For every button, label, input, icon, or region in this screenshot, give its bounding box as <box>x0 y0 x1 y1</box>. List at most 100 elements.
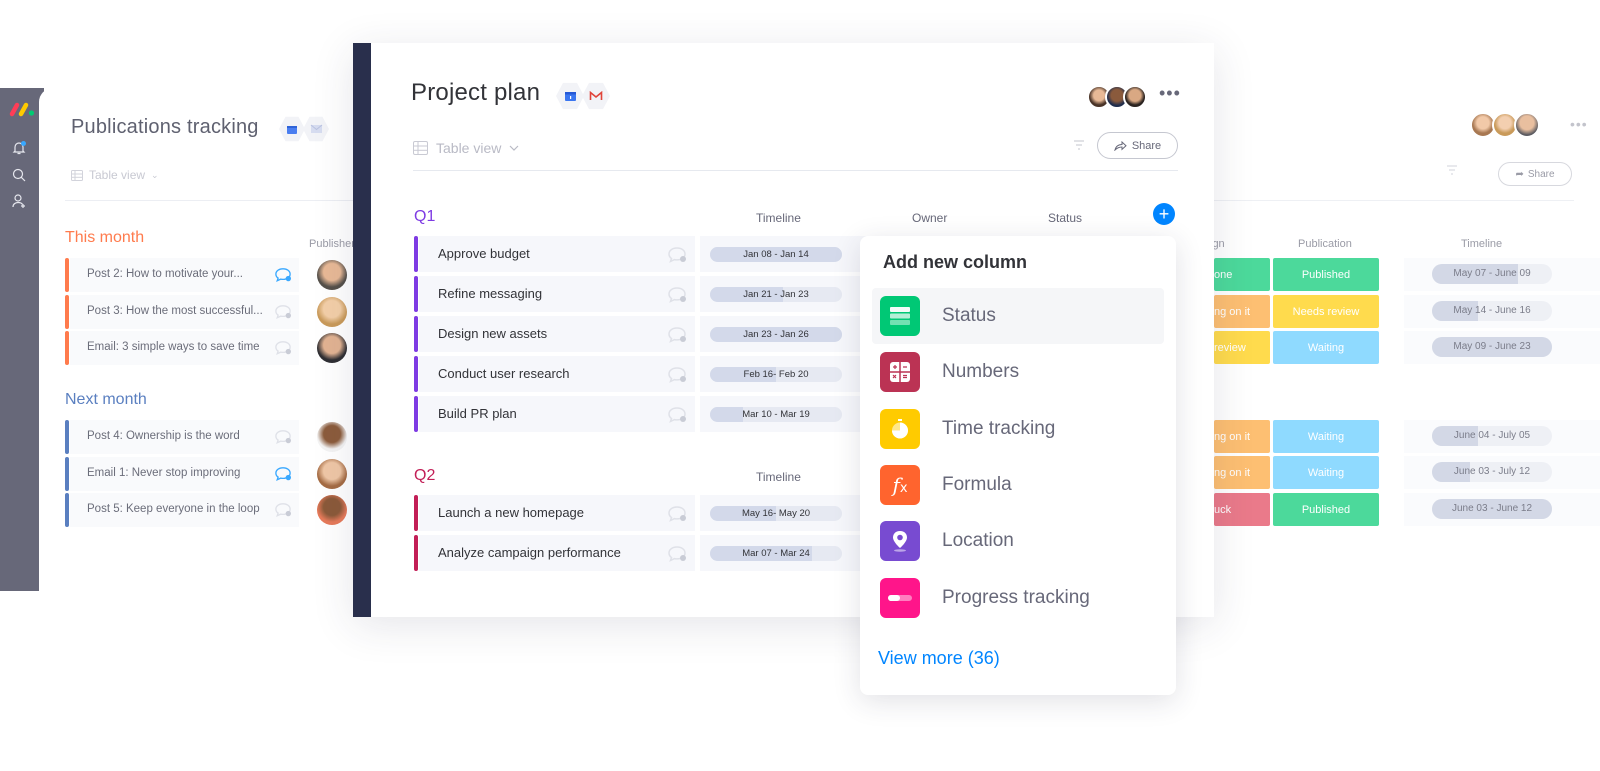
timeline-pill[interactable]: Feb 16- Feb 20 <box>710 367 842 382</box>
item-cell[interactable]: Design new assets <box>419 316 695 352</box>
table-row[interactable]: Approve budget Jan 08 - Jan 14 <box>414 236 874 272</box>
updates-bubble-icon[interactable] <box>667 366 687 384</box>
view-selector[interactable]: Table view <box>413 140 519 156</box>
item-cell[interactable]: Email 1: Never stop improving <box>70 456 299 491</box>
updates-bubble-icon[interactable] <box>667 326 687 344</box>
add-column-button[interactable]: + <box>1153 203 1175 225</box>
item-cell[interactable]: Launch a new homepage <box>419 495 695 531</box>
item-cell[interactable]: Refine messaging <box>419 276 695 312</box>
timeline-cell[interactable]: Jan 21 - Jan 23 <box>700 276 874 312</box>
list-item[interactable]: Post 4: Ownership is the word <box>65 420 365 454</box>
updates-bubble-icon[interactable] <box>274 340 292 356</box>
item-cell[interactable]: Post 2: How to motivate your... <box>70 258 299 292</box>
list-item[interactable]: Email 1: Never stop improving <box>65 456 365 491</box>
menu-item-status[interactable]: Status <box>872 288 1164 344</box>
table-row[interactable]: Conduct user research Feb 16- Feb 20 <box>414 356 874 392</box>
publication-status-pill[interactable]: Waiting <box>1273 456 1379 489</box>
timeline-pill[interactable]: Jan 08 - Jan 14 <box>710 247 842 262</box>
design-status-pill[interactable]: ng on it <box>1214 420 1270 453</box>
timeline-cell[interactable]: Jan 08 - Jan 14 <box>700 236 874 272</box>
timeline-pill[interactable]: Jan 23 - Jan 26 <box>710 327 842 342</box>
timeline-pill[interactable]: May 07 - June 09 <box>1432 264 1552 284</box>
group-title-q2[interactable]: Q2 <box>414 467 435 485</box>
updates-bubble-icon[interactable] <box>667 246 687 264</box>
group-title-q1[interactable]: Q1 <box>414 208 435 226</box>
publication-status-pill[interactable]: Published <box>1273 493 1379 526</box>
timeline-pill[interactable]: Mar 10 - Mar 19 <box>710 407 842 422</box>
design-status-pill[interactable]: ng on it <box>1214 456 1270 489</box>
updates-bubble-icon[interactable] <box>274 267 292 283</box>
table-row[interactable]: Analyze campaign performance Mar 07 - Mar… <box>414 535 874 571</box>
share-button[interactable]: ➦ Share <box>1498 162 1572 186</box>
timeline-pill[interactable]: May 16- May 20 <box>710 506 842 521</box>
bell-icon[interactable] <box>11 140 27 156</box>
updates-bubble-icon[interactable] <box>274 304 292 320</box>
design-status-pill[interactable]: ng on it <box>1214 295 1270 328</box>
timeline-cell[interactable]: Mar 07 - Mar 24 <box>700 535 874 571</box>
publication-status-pill[interactable]: Needs review <box>1273 295 1379 328</box>
design-status-pill[interactable]: review <box>1214 331 1270 364</box>
timeline-cell[interactable]: Jan 23 - Jan 26 <box>700 316 874 352</box>
list-item[interactable]: Email: 3 simple ways to save time <box>65 331 365 365</box>
table-row[interactable]: Launch a new homepage May 16- May 20 <box>414 495 874 531</box>
item-cell[interactable]: Post 5: Keep everyone in the loop <box>70 493 299 527</box>
menu-item-formula[interactable]: fx Formula <box>872 457 1164 513</box>
item-cell[interactable]: Post 4: Ownership is the word <box>70 420 299 454</box>
board-members[interactable] <box>1087 85 1147 109</box>
updates-bubble-icon[interactable] <box>274 502 292 518</box>
publication-status-pill[interactable]: Waiting <box>1273 420 1379 453</box>
item-cell[interactable]: Post 3: How the most successful... <box>70 294 299 329</box>
timeline-pill[interactable]: June 03 - July 12 <box>1432 462 1552 482</box>
filter-icon[interactable] <box>1073 140 1085 150</box>
timeline-pill[interactable]: June 04 - July 05 <box>1432 426 1552 446</box>
updates-bubble-icon[interactable] <box>667 545 687 563</box>
view-more-link[interactable]: View more (36) <box>878 648 1000 669</box>
timeline-pill[interactable]: Mar 07 - Mar 24 <box>710 546 842 561</box>
avatar[interactable] <box>317 296 347 327</box>
menu-item-location[interactable]: Location <box>872 513 1164 569</box>
email-integration-icon[interactable] <box>303 116 329 142</box>
share-button[interactable]: Share <box>1097 132 1178 159</box>
item-cell[interactable]: Approve budget <box>419 236 695 272</box>
list-item[interactable]: Post 2: How to motivate your... <box>65 258 365 292</box>
avatar[interactable] <box>317 458 347 489</box>
avatar[interactable] <box>317 333 347 363</box>
menu-item-progress-tracking[interactable]: Progress tracking <box>872 570 1164 626</box>
table-row[interactable]: Design new assets Jan 23 - Jan 26 <box>414 316 874 352</box>
updates-bubble-icon[interactable] <box>667 505 687 523</box>
board-members[interactable] <box>1470 112 1540 138</box>
updates-bubble-icon[interactable] <box>667 286 687 304</box>
view-selector[interactable]: Table view ⌄ <box>71 168 159 182</box>
design-status-pill[interactable]: uck <box>1214 493 1270 526</box>
group-title-next-month[interactable]: Next month <box>65 391 147 409</box>
publication-status-pill[interactable]: Published <box>1273 258 1379 291</box>
list-item[interactable]: Post 5: Keep everyone in the loop <box>65 493 365 527</box>
menu-item-numbers[interactable]: Numbers <box>872 344 1164 400</box>
calendar-integration-icon[interactable] <box>279 116 305 142</box>
timeline-pill[interactable]: Jan 21 - Jan 23 <box>710 287 842 302</box>
item-cell[interactable]: Conduct user research <box>419 356 695 392</box>
item-cell[interactable]: Analyze campaign performance <box>419 535 695 571</box>
design-status-pill[interactable]: one <box>1214 258 1270 291</box>
timeline-cell[interactable]: Feb 16- Feb 20 <box>700 356 874 392</box>
timeline-pill[interactable]: June 03 - June 12 <box>1432 499 1552 519</box>
filter-icon[interactable] <box>1446 165 1458 175</box>
search-icon[interactable] <box>11 167 27 183</box>
timeline-cell[interactable]: Mar 10 - Mar 19 <box>700 396 874 432</box>
add-user-icon[interactable] <box>11 193 27 209</box>
timeline-cell[interactable]: May 16- May 20 <box>700 495 874 531</box>
updates-bubble-icon[interactable] <box>274 429 292 445</box>
list-item[interactable]: Post 3: How the most successful... <box>65 294 365 329</box>
updates-bubble-icon[interactable] <box>667 406 687 424</box>
updates-bubble-icon[interactable] <box>274 466 292 482</box>
avatar[interactable] <box>317 495 347 525</box>
avatar[interactable] <box>317 260 347 290</box>
table-row[interactable]: Build PR plan Mar 10 - Mar 19 <box>414 396 874 432</box>
menu-item-time-tracking[interactable]: Time tracking <box>872 401 1164 457</box>
timeline-pill[interactable]: May 14 - June 16 <box>1432 301 1552 321</box>
item-cell[interactable]: Email: 3 simple ways to save time <box>70 331 299 365</box>
gmail-integration-icon[interactable] <box>582 82 610 110</box>
item-cell[interactable]: Build PR plan <box>419 396 695 432</box>
table-row[interactable]: Refine messaging Jan 21 - Jan 23 <box>414 276 874 312</box>
avatar[interactable] <box>317 422 347 452</box>
